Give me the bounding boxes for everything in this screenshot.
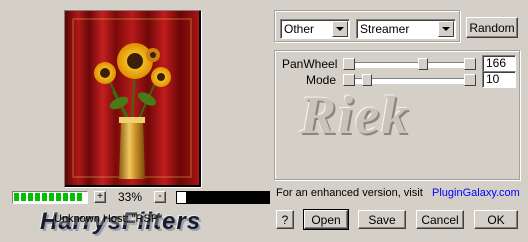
progress-bar <box>12 191 88 204</box>
zoom-in-button[interactable]: + <box>94 191 106 203</box>
param-label-panwheel: PanWheel <box>282 57 338 71</box>
zoom-value: 33% <box>118 190 143 204</box>
open-button[interactable]: Open <box>303 209 349 230</box>
panwheel-slider-right-arrow[interactable] <box>464 58 476 70</box>
chevron-down-icon[interactable] <box>438 21 454 37</box>
harrys-filters-logo: HarrysFilters Unknown Host: "RSP" <box>6 206 268 238</box>
plugingalaxy-link[interactable]: PluginGalaxy.com <box>432 187 520 199</box>
category-value: Other <box>284 22 315 36</box>
progress-block <box>56 193 61 201</box>
zoom-out-button[interactable]: - <box>154 191 166 203</box>
preview-image[interactable] <box>65 11 199 185</box>
ok-button[interactable]: OK <box>474 210 518 229</box>
progress-block <box>63 193 68 201</box>
progress-block <box>42 193 47 201</box>
panwheel-slider-thumb[interactable] <box>418 58 428 70</box>
progress-fill <box>14 193 82 201</box>
progress-block <box>49 193 54 201</box>
mode-slider-thumb[interactable] <box>362 74 372 86</box>
panwheel-slider-track[interactable] <box>344 62 474 68</box>
chevron-down-icon[interactable] <box>332 21 348 37</box>
preview-scrollbar[interactable] <box>176 191 270 204</box>
filter-value: Streamer <box>360 22 410 36</box>
filter-select[interactable]: Streamer <box>356 19 456 39</box>
promo-text: For an enhanced version, visit <box>276 187 423 199</box>
progress-block <box>21 193 26 201</box>
cancel-button[interactable]: Cancel <box>416 210 464 229</box>
mode-slider-right-arrow[interactable] <box>464 74 476 86</box>
scrollbar-thumb[interactable] <box>177 192 186 203</box>
panwheel-slider-left-arrow[interactable] <box>343 58 355 70</box>
preview-frame <box>64 10 202 188</box>
category-select[interactable]: Other <box>280 19 350 39</box>
save-button[interactable]: Save <box>358 210 406 229</box>
mode-slider-left-arrow[interactable] <box>343 74 355 86</box>
param-label-mode: Mode <box>306 73 337 87</box>
help-button[interactable]: ? <box>276 210 294 229</box>
progress-block <box>28 193 33 201</box>
progress-block <box>35 193 40 201</box>
progress-block <box>77 193 82 201</box>
host-status: Unknown Host: "RSP" <box>54 213 163 225</box>
riek-watermark: Riek <box>300 85 410 145</box>
random-button[interactable]: Random <box>466 17 518 38</box>
mode-value-field[interactable]: 10 <box>482 71 516 88</box>
progress-block <box>70 193 75 201</box>
panwheel-value-field[interactable]: 166 <box>482 55 516 72</box>
progress-block <box>14 193 19 201</box>
